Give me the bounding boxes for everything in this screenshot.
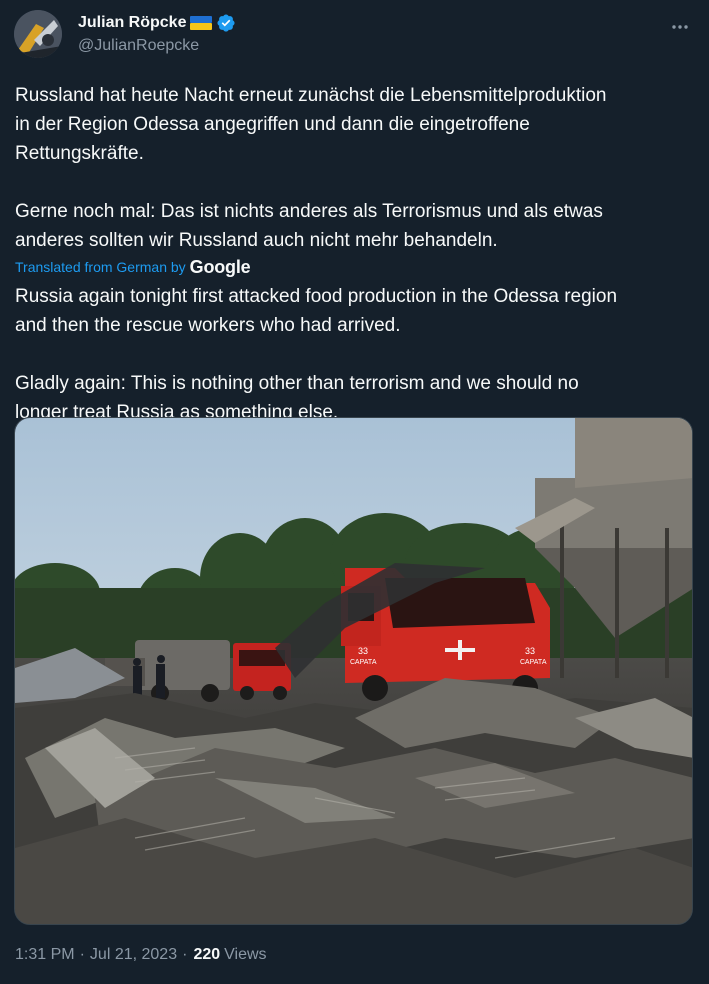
tweet-translated-text: Russia again tonight first attacked food… [15, 286, 618, 423]
ukraine-flag-icon [190, 16, 213, 30]
tweet-header: Julian Röpcke @JulianRoepcke [14, 8, 695, 62]
tweet-original-text: Russland hat heute Nacht erneut zunächst… [15, 85, 607, 251]
tweet-metadata: 1:31 PM · Jul 21, 2023 · 220 Views [15, 946, 267, 964]
truck-label-right: САРАТА [520, 659, 547, 666]
photo-destroyed-fire-trucks: 33 САРАТА 33 САРАТА [15, 418, 692, 924]
views-count: 220 [193, 946, 221, 963]
avatar[interactable] [14, 10, 62, 58]
tweet-card: Julian Röpcke @JulianRoepcke Russland ha… [0, 0, 709, 984]
truck-number-left: 33 [358, 646, 368, 656]
tweet-date[interactable]: Jul 21, 2023 [90, 946, 177, 964]
truck-label-left: САРАТА [350, 659, 377, 666]
author-info: Julian Röpcke @JulianRoepcke [78, 12, 236, 55]
author-display-name[interactable]: Julian Röpcke [78, 14, 186, 32]
tweet-time[interactable]: 1:31 PM [15, 946, 75, 964]
avatar-image [14, 10, 62, 58]
more-options-icon[interactable] [665, 12, 695, 42]
google-logo: Google [189, 256, 251, 277]
translation-attribution: Translated from German by Google [15, 256, 251, 278]
truck-number-right: 33 [525, 646, 535, 656]
tweet-photo[interactable]: 33 САРАТА 33 САРАТА [14, 417, 693, 925]
verified-badge-icon[interactable] [216, 13, 236, 33]
meta-separator: · [79, 946, 85, 963]
translated-from-label[interactable]: Translated from German by [15, 259, 186, 275]
name-row: Julian Röpcke [78, 12, 236, 34]
views-label: Views [224, 946, 267, 963]
author-handle[interactable]: @JulianRoepcke [78, 37, 236, 55]
meta-separator-2: · [182, 946, 188, 963]
